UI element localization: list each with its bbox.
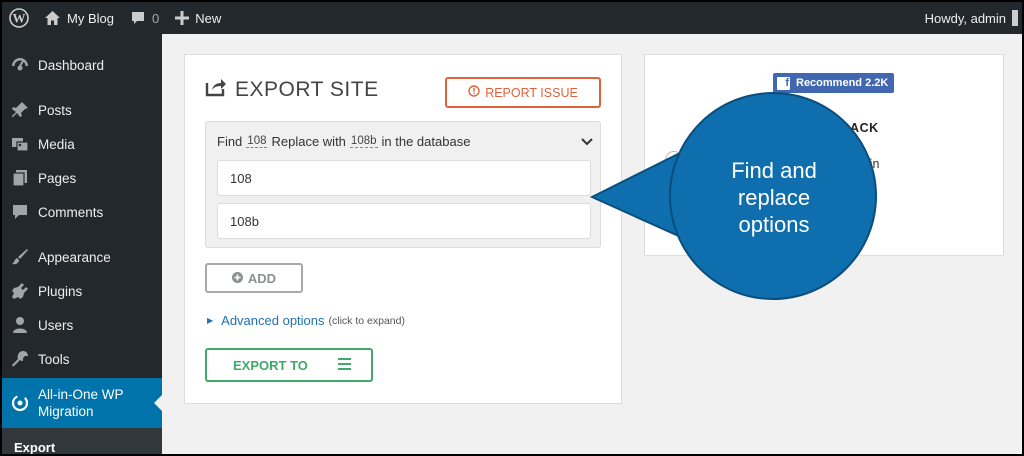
callout-line: Find and xyxy=(731,158,817,183)
plugin-icon xyxy=(2,282,38,300)
admin-bar: W My Blog 0 New Howdy, admin xyxy=(2,2,1022,34)
page-title-text: EXPORT SITE xyxy=(235,78,379,101)
find-replace-summary[interactable]: Find 108 Replace with 108b in the databa… xyxy=(217,134,470,149)
admin-sidebar: Dashboard Posts Media Pages Comments App… xyxy=(2,34,162,454)
replace-input[interactable]: 108b xyxy=(217,203,591,239)
sidebar-item-pages[interactable]: Pages xyxy=(2,161,162,195)
screenshot-frame: W My Blog 0 New Howdy, admin Dashboard P… xyxy=(2,2,1022,454)
callout-line: replace xyxy=(737,185,811,210)
advanced-options-link[interactable]: Advanced options xyxy=(221,313,324,328)
export-icon xyxy=(205,77,227,103)
hamburger-icon xyxy=(338,357,351,373)
wordpress-icon: W xyxy=(9,8,29,28)
account-menu[interactable]: Howdy, admin xyxy=(917,2,1022,34)
advanced-options-hint: (click to expand) xyxy=(328,314,405,327)
sidebar-item-media[interactable]: Media xyxy=(2,127,162,161)
sidebar-item-users[interactable]: Users xyxy=(2,308,162,342)
sidebar-item-label: Pages xyxy=(38,170,77,186)
warning-icon xyxy=(468,85,480,100)
facebook-recommend-button[interactable]: f Recommend 2.2K xyxy=(773,73,895,93)
sidebar-item-label: Users xyxy=(38,317,74,333)
add-label: ADD xyxy=(247,270,277,286)
find-word: Find xyxy=(217,134,243,149)
find-value: 108 xyxy=(246,135,268,148)
facebook-icon: f xyxy=(777,76,790,90)
site-name-link[interactable]: My Blog xyxy=(36,2,122,34)
brush-icon xyxy=(2,248,38,266)
media-icon xyxy=(2,135,38,153)
feedback-heading: DBACK xyxy=(831,121,879,135)
comment-bubble-icon xyxy=(131,12,144,24)
sidebar-item-label: Media xyxy=(38,136,75,152)
plus-circle-icon xyxy=(231,271,243,286)
callout-text: Find and replace options xyxy=(674,157,874,238)
sidebar-item-label: Posts xyxy=(38,102,72,118)
home-icon xyxy=(45,11,60,25)
sidebar-item-label: All-in-One WP Migration xyxy=(38,387,124,419)
avatar xyxy=(1012,10,1018,26)
dashboard-icon xyxy=(2,56,38,74)
replace-value: 108b xyxy=(349,135,378,148)
callout-line: options xyxy=(738,212,810,237)
facebook-recommend-label: Recommend 2.2K xyxy=(796,77,889,89)
sidebar-item-tools[interactable]: Tools xyxy=(2,342,162,376)
sidebar-item-label: Comments xyxy=(38,204,104,220)
sidebar-item-posts[interactable]: Posts xyxy=(2,93,162,127)
sidebar-item-plugins[interactable]: Plugins xyxy=(2,274,162,308)
comment-icon xyxy=(2,203,38,221)
find-input[interactable]: 108 xyxy=(217,160,591,196)
add-button[interactable]: ADD xyxy=(205,263,303,293)
comments-link[interactable]: 0 xyxy=(122,2,167,34)
plus-icon xyxy=(175,11,190,25)
sidebar-item-all-in-one-wp-migration[interactable]: All-in-One WP Migration xyxy=(2,378,162,428)
replace-word: Replace with xyxy=(271,134,346,149)
new-content-link[interactable]: New xyxy=(167,2,229,34)
chevron-down-icon[interactable] xyxy=(581,134,593,152)
sidebar-submenu: Export xyxy=(2,428,162,454)
user-icon xyxy=(2,316,38,334)
report-issue-button[interactable]: REPORT ISSUE xyxy=(445,77,601,108)
export-to-button[interactable]: EXPORT TO xyxy=(205,348,373,382)
export-to-label: EXPORT TO xyxy=(233,357,308,373)
sidebar-item-comments[interactable]: Comments xyxy=(2,195,162,229)
sidebar-item-label: Tools xyxy=(38,351,70,367)
wordpress-logo-button[interactable]: W xyxy=(2,2,36,34)
database-suffix: in the database xyxy=(381,134,471,149)
sidebar-item-appearance[interactable]: Appearance xyxy=(2,240,162,274)
comment-count: 0 xyxy=(151,10,160,26)
active-indicator xyxy=(154,395,162,411)
export-panel: EXPORT SITE REPORT ISSUE Find 108 Replac… xyxy=(184,54,622,404)
pin-icon xyxy=(2,101,38,119)
svg-text:W: W xyxy=(13,11,26,26)
wrench-icon xyxy=(2,350,38,368)
site-name: My Blog xyxy=(67,10,114,26)
triangle-right-icon: ▶ xyxy=(207,316,214,325)
sidebar-item-dashboard[interactable]: Dashboard xyxy=(2,48,162,82)
find-replace-box: Find 108 Replace with 108b in the databa… xyxy=(205,121,601,248)
howdy-text: Howdy, admin xyxy=(924,10,1006,26)
sidebar-item-label: Dashboard xyxy=(38,57,105,73)
sidebar-item-label: Appearance xyxy=(38,249,111,265)
submenu-item-export[interactable]: Export xyxy=(14,440,55,454)
pages-icon xyxy=(2,169,38,187)
report-issue-label: REPORT ISSUE xyxy=(485,85,578,100)
page-title: EXPORT SITE xyxy=(205,77,379,103)
advanced-options-toggle[interactable]: ▶ Advanced options (click to expand) xyxy=(207,313,405,328)
migration-icon xyxy=(2,394,38,412)
new-label: New xyxy=(195,10,222,26)
sidebar-item-label: Plugins xyxy=(38,283,83,299)
